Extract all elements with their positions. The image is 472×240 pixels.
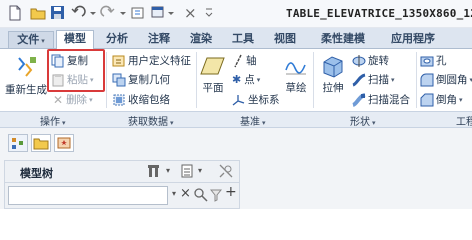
search-icon[interactable] (194, 188, 208, 202)
chevron-down-icon[interactable]: ▾ (166, 166, 170, 175)
user-feature-icon (112, 55, 125, 66)
tab-file[interactable]: 文件 ▾ (8, 31, 54, 49)
plane-button[interactable]: 平面 (198, 54, 228, 95)
open-file-icon[interactable] (30, 5, 46, 21)
axis-button[interactable]: 轴 (232, 53, 257, 68)
tab-tools[interactable]: 工具 (226, 31, 260, 49)
csys-button[interactable]: 坐标系 (232, 92, 280, 107)
tab-view[interactable]: 视图 (268, 31, 302, 49)
tab-favorites[interactable] (54, 134, 74, 152)
tab-folder-browser[interactable] (31, 134, 51, 152)
tab-flexible-modeling[interactable]: 柔性建模 (312, 31, 374, 49)
regenerate-icon[interactable] (130, 5, 146, 21)
swept-blend-icon (352, 92, 366, 107)
group-shapes[interactable]: 形状 ▾ (350, 113, 376, 128)
tree-filter-icon[interactable] (146, 163, 164, 179)
sweep-icon (352, 73, 366, 86)
chevron-down-icon: ▾ (89, 95, 93, 104)
group-get-data[interactable]: 获取数据 ▾ (128, 113, 174, 128)
model-tree-icon (12, 138, 23, 149)
group-datum[interactable]: 基准 ▾ (240, 113, 266, 128)
chevron-down-icon: ▾ (372, 119, 376, 127)
point-button[interactable]: ✱ 点 ▾ (232, 72, 260, 87)
swept-blend-button[interactable]: 扫描混合 (352, 92, 410, 107)
chevron-down-icon: ▾ (391, 75, 395, 84)
close-window-icon[interactable]: × (184, 4, 197, 22)
hole-button[interactable]: 孔 (420, 53, 447, 68)
group-divider (313, 52, 314, 108)
extrude-icon (323, 56, 343, 78)
tab-model-tree[interactable] (8, 134, 28, 152)
undo-icon[interactable] (70, 5, 98, 21)
ribbon-group-labels: 操作 ▾ 获取数据 ▾ 基准 ▾ 形状 ▾ 工程 (0, 111, 472, 128)
ribbon-tab-bar: 文件 ▾ 模型 分析 注释 渲染 工具 视图 柔性建模 应用程序 (0, 28, 472, 50)
copy-paste-highlight (47, 49, 105, 92)
save-icon[interactable] (50, 5, 66, 21)
revolve-icon (352, 54, 366, 67)
favorites-icon (57, 137, 71, 149)
model-tree-search-input[interactable] (8, 186, 168, 205)
sweep-button[interactable]: 扫描 ▾ (352, 72, 395, 87)
redo-icon[interactable] (100, 5, 128, 21)
chevron-down-icon: ▾ (170, 119, 174, 127)
chamfer-icon (420, 93, 434, 106)
folder-icon (33, 138, 49, 150)
title-bar: × TABLE_ELEVATRICE_1350X860_125 (0, 0, 472, 28)
window-icon[interactable] (150, 5, 176, 21)
copy-geometry-icon (112, 73, 126, 86)
regenerate-icon (18, 57, 36, 77)
chamfer-button[interactable]: 倒角 ▾ (420, 92, 463, 107)
extrude-button[interactable]: 拉伸 (318, 54, 348, 95)
tab-model[interactable]: 模型 (56, 30, 94, 50)
chevron-down-icon[interactable]: ▾ (172, 189, 176, 198)
chevron-down-icon[interactable]: ▾ (198, 166, 202, 175)
group-divider (106, 52, 107, 108)
overflow-icon[interactable] (204, 5, 214, 21)
chevron-down-icon: ▾ (41, 37, 45, 45)
chevron-down-icon: ▾ (256, 75, 261, 84)
window-title: TABLE_ELEVATRICE_1350X860_125 (286, 7, 472, 20)
user-defined-feature-button[interactable]: 用户定义特征 (112, 53, 191, 68)
tab-analysis[interactable]: 分析 (100, 31, 134, 49)
sketch-icon (285, 62, 306, 75)
tab-annotate[interactable]: 注释 (142, 31, 176, 49)
round-icon (420, 73, 434, 86)
csys-icon (232, 94, 245, 106)
tab-render[interactable]: 渲染 (184, 31, 218, 49)
tree-columns-icon[interactable] (180, 163, 194, 179)
group-divider (196, 52, 197, 108)
copy-geometry-button[interactable]: 复制几何 (112, 72, 170, 87)
group-divider (416, 52, 417, 108)
regenerate-button[interactable]: 重新生成 (4, 54, 48, 97)
axis-icon (234, 54, 242, 67)
revolve-button[interactable]: 旋转 (352, 53, 389, 68)
shrinkwrap-icon (113, 94, 125, 105)
close-icon[interactable]: × (180, 186, 191, 201)
filter-icon[interactable] (210, 188, 222, 202)
new-file-icon[interactable] (8, 5, 22, 21)
chevron-down-icon: ▾ (262, 119, 266, 127)
plane-icon (200, 57, 225, 75)
shrinkwrap-button[interactable]: 收缩包络 (112, 92, 170, 107)
add-icon[interactable]: + (225, 184, 237, 200)
chevron-down-icon: ▾ (459, 95, 463, 104)
hole-icon (420, 56, 434, 66)
group-operations[interactable]: 操作 ▾ (40, 113, 66, 128)
model-tree-title: 模型树 (20, 167, 53, 180)
delete-button[interactable]: ✕ 删除 ▾ (53, 92, 93, 107)
sketch-button[interactable]: 草绘 (282, 54, 310, 95)
round-button[interactable]: 倒圆角 ▾ (420, 72, 472, 87)
delete-icon: ✕ (53, 92, 64, 107)
point-icon: ✱ (232, 73, 242, 86)
chevron-down-icon: ▾ (62, 119, 66, 127)
tree-settings-icon[interactable] (218, 163, 234, 179)
tab-applications[interactable]: 应用程序 (382, 31, 444, 49)
group-engineering[interactable]: 工程 (456, 113, 472, 128)
